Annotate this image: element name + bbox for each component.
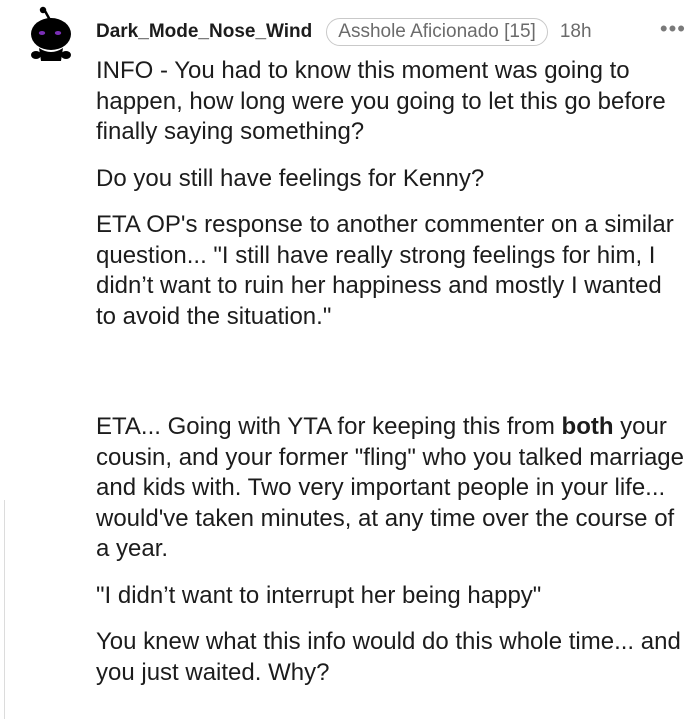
snoo-avatar-icon[interactable]	[26, 6, 76, 62]
comment-body: INFO - You had to know this moment was g…	[96, 56, 686, 704]
comment-header: Dark_Mode_Nose_Wind Asshole Aficionado […	[96, 16, 686, 46]
paragraph-text: ETA... Going with YTA for keeping this f…	[96, 413, 562, 440]
comment-paragraph: ETA... Going with YTA for keeping this f…	[96, 412, 686, 565]
comment-paragraph: ETA OP's response to another commenter o…	[96, 211, 674, 330]
bold-emphasis: both	[561, 413, 614, 440]
comment-paragraph: Do you still have feelings for Kenny?	[96, 164, 485, 192]
user-flair-badge: Asshole Aficionado [15]	[326, 18, 548, 46]
comment-paragraph: INFO - You had to know this moment was g…	[96, 57, 666, 145]
comment-timestamp: 18h	[559, 21, 592, 42]
username-link[interactable]: Dark_Mode_Nose_Wind	[96, 21, 312, 43]
comment: Dark_Mode_Nose_Wind Asshole Aficionado […	[0, 0, 700, 719]
comment-paragraph: "I didn’t want to interrupt her being ha…	[96, 581, 542, 609]
comment-paragraph: You knew what this info would do this wh…	[96, 628, 681, 686]
more-options-icon[interactable]: •••	[660, 16, 686, 42]
